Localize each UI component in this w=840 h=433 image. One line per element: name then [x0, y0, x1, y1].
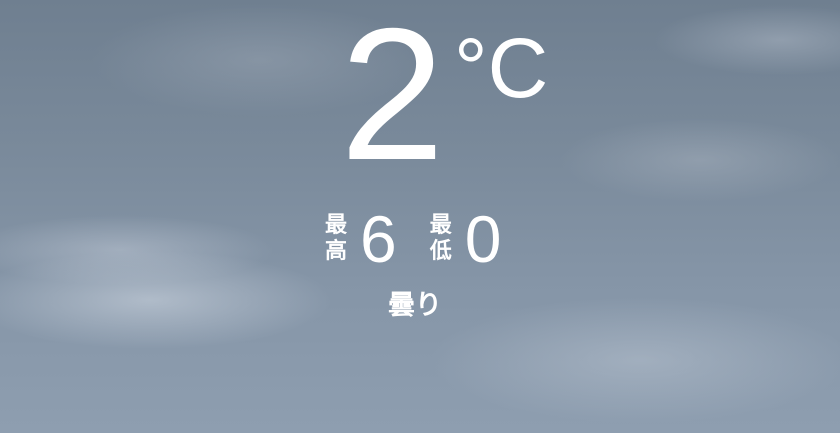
weather-condition: 曇り — [388, 290, 442, 321]
low-value: 0 — [464, 202, 502, 276]
high-label: 最 高 — [322, 213, 350, 265]
low-label-top: 最 — [429, 213, 452, 238]
weather-screen: 2 °C 最 高 6 最 低 0 曇り — [0, 0, 840, 433]
high-low-row: 最 高 6 最 低 0 — [322, 204, 501, 274]
current-temperature: 2 °C — [340, 0, 570, 192]
low-temperature: 最 低 0 — [427, 206, 502, 272]
high-label-bottom: 高 — [324, 239, 347, 264]
temperature-unit: °C — [454, 21, 549, 115]
low-label: 最 低 — [427, 213, 455, 265]
low-label-bottom: 低 — [429, 239, 452, 264]
temperature-value: 2 — [340, 0, 445, 199]
high-temperature: 最 高 6 — [322, 206, 397, 272]
high-value: 6 — [360, 202, 397, 276]
high-label-top: 最 — [324, 213, 347, 238]
